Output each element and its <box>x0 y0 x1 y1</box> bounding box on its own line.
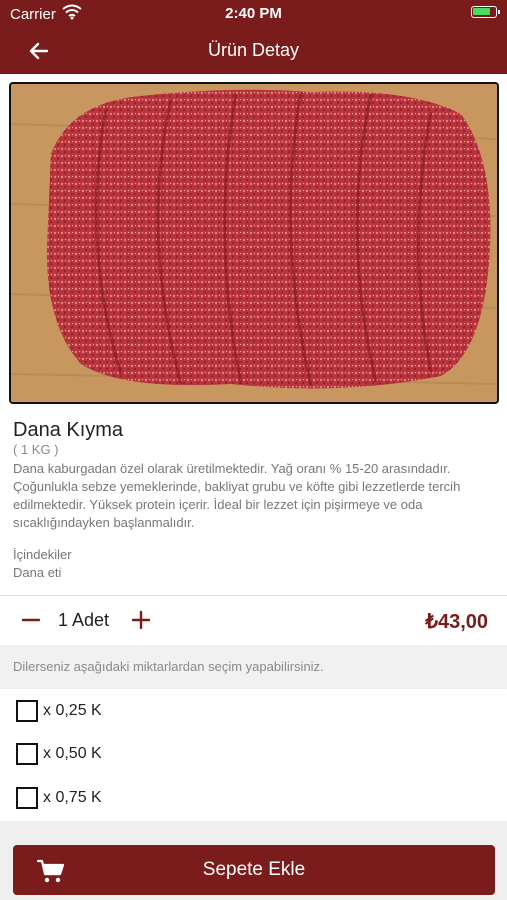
checkbox[interactable] <box>16 743 38 765</box>
amount-options: x 0,25 K x 0,50 K x 0,75 K <box>0 689 507 821</box>
options-hint-band: Dilerseniz aşağıdaki miktarlardan seçim … <box>0 645 507 689</box>
plus-icon[interactable] <box>128 607 154 633</box>
status-time: 2:40 PM <box>225 5 282 22</box>
minus-icon[interactable] <box>18 607 44 633</box>
option-label: x 0,75 K <box>43 789 102 806</box>
battery-charging-icon <box>471 6 500 18</box>
product-description: Dana kaburgadan özel olarak üretilmekted… <box>13 461 461 530</box>
product-unit: ( 1 KG ) <box>13 442 59 457</box>
options-hint: Dilerseniz aşağıdaki miktarlardan seçim … <box>13 659 324 674</box>
option-label: x 0,25 K <box>43 702 102 719</box>
bottom-bar: Sepete Ekle <box>0 821 507 900</box>
checkbox[interactable] <box>16 787 38 809</box>
add-to-cart-label: Sepete Ekle <box>202 859 306 880</box>
navigation-bar: Ürün Detay <box>0 28 507 74</box>
checkbox[interactable] <box>16 700 38 722</box>
product-name: Dana Kıyma <box>13 419 124 441</box>
ingredients-value: Dana eti <box>13 565 62 580</box>
product-image <box>9 82 499 404</box>
page-title: Ürün Detay <box>207 40 300 60</box>
divider <box>0 595 507 596</box>
status-bar: Carrier 2:40 PM <box>0 0 507 28</box>
product-price: ₺43,00 <box>425 611 488 633</box>
add-to-cart-button[interactable]: Sepete Ekle <box>13 845 495 895</box>
ingredients-label: İçindekiler <box>13 547 72 562</box>
option-label: x 0,50 K <box>43 745 102 762</box>
quantity-label: 1 Adet <box>58 610 110 630</box>
